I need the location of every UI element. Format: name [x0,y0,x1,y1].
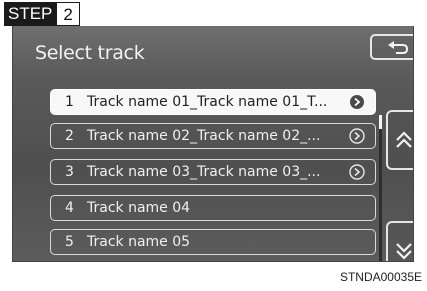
track-number: 5 [65,234,74,250]
track-name: Track name 04 [87,200,191,216]
return-arrow-icon [388,41,409,54]
track-item-3[interactable]: 3 Track name 03_Track name 03_... [50,159,376,185]
track-item-2[interactable]: 2 Track name 02_Track name 02_... [50,123,376,149]
track-number: 3 [65,164,74,180]
track-item-1[interactable]: 1 Track name 01_Track name 01_T... [50,89,376,115]
track-number: 1 [65,94,74,110]
double-chevron-down-icon [396,243,412,260]
track-item-4[interactable]: 4 Track name 04 [50,195,376,221]
track-number: 2 [65,128,74,144]
info-arrow-icon[interactable] [349,94,365,110]
back-button[interactable] [370,34,413,60]
image-code: STNDA00035E [339,270,422,284]
info-arrow-icon[interactable] [349,128,365,144]
select-track-screen: Select track 1 Track name 01_Track name … [12,26,414,262]
step-number: 2 [56,2,80,26]
track-name: Track name 03_Track name 03_... [87,164,321,180]
track-item-5[interactable]: 5 Track name 05 [50,229,376,255]
screen-title: Select track [35,42,145,64]
step-label: STEP [4,2,57,26]
track-name: Track name 02_Track name 02_... [87,128,321,144]
track-name: Track name 05 [87,234,191,250]
info-arrow-icon[interactable] [349,164,365,180]
scroll-down-button[interactable] [386,221,413,261]
track-number: 4 [65,200,74,216]
track-name: Track name 01_Track name 01_T... [87,94,328,110]
step-header: STEP 2 [4,2,80,26]
scroll-up-button[interactable] [386,110,413,170]
double-chevron-up-icon [396,131,412,148]
scrollbar-thumb[interactable] [379,115,382,129]
track-list-scrollbar[interactable] [379,115,382,261]
